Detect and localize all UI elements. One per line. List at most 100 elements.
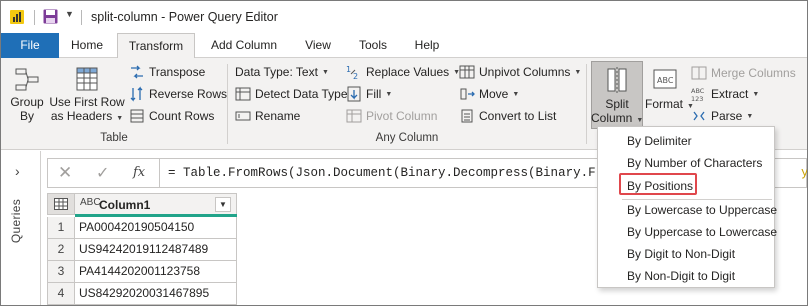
split-column-label-2: Column <box>591 111 633 125</box>
move-icon <box>460 88 475 100</box>
table-cell[interactable]: PA4144202001123758 <box>75 261 237 283</box>
unpivot-columns-button[interactable]: Unpivot Columns ▼ <box>459 64 581 80</box>
svg-text:ABC: ABC <box>657 76 674 85</box>
group-by-label-1: Group <box>10 95 44 109</box>
tab-home[interactable]: Home <box>63 33 111 58</box>
reverse-rows-button[interactable]: Reverse Rows <box>129 86 227 102</box>
table-row: 3 PA4144202001123758 <box>47 261 237 283</box>
chevron-down-icon: ▼ <box>321 68 329 76</box>
fill-down-icon <box>347 86 361 102</box>
convert-to-list-label: Convert to List <box>479 109 557 123</box>
first-row-label-1: Use First Row <box>49 95 125 109</box>
chevron-down-icon: ▼ <box>752 90 760 98</box>
convert-to-list-button[interactable]: Convert to List <box>459 108 556 124</box>
confirm-formula-icon[interactable]: ✓ <box>96 163 109 183</box>
extract-button[interactable]: ABC 123 Extract ▼ <box>691 86 759 102</box>
replace-values-button[interactable]: 12 Replace Values ▼ <box>346 64 460 80</box>
tab-view[interactable]: View <box>293 33 343 58</box>
chevron-down-icon: ▼ <box>574 68 582 76</box>
save-icon[interactable] <box>43 9 58 24</box>
table-cell[interactable]: US84292020031467895 <box>75 283 237 305</box>
menu-item-by-non-digit-to-digit[interactable]: By Non-Digit to Digit <box>627 269 735 283</box>
column-name: Column1 <box>99 198 151 212</box>
first-row-label-2: as Headers <box>50 109 113 123</box>
quick-access-dropdown-icon[interactable]: ▼ <box>65 9 74 19</box>
table-row: 2 US94242019112487489 <box>47 239 237 261</box>
transpose-button[interactable]: Transpose <box>129 64 205 80</box>
reverse-rows-icon <box>130 86 143 102</box>
transpose-icon <box>131 65 143 79</box>
pivot-column-button[interactable]: Pivot Column <box>346 108 437 124</box>
parse-button[interactable]: Parse ▼ <box>691 108 753 124</box>
table-menu-icon[interactable] <box>47 193 75 215</box>
cancel-formula-icon[interactable]: ✕ <box>58 163 72 183</box>
group-by-label-2: By <box>19 109 34 123</box>
parse-icon <box>693 111 705 121</box>
menu-item-by-delimiter[interactable]: By Delimiter <box>627 134 692 148</box>
format-button[interactable]: ABC Format ▼ <box>645 66 694 114</box>
row-number: 2 <box>47 239 75 261</box>
move-button[interactable]: Move ▼ <box>459 86 519 102</box>
chevron-right-icon[interactable]: › <box>15 163 20 179</box>
convert-to-list-icon <box>461 109 473 123</box>
use-first-row-button[interactable]: Use First Row as Headers ▼ <box>49 66 125 126</box>
svg-text:123: 123 <box>691 95 703 102</box>
tab-add-column[interactable]: Add Column <box>201 33 287 58</box>
group-by-button[interactable]: Group By <box>5 66 49 123</box>
merge-columns-button[interactable]: Merge Columns <box>691 65 796 81</box>
reverse-rows-label: Reverse Rows <box>149 87 228 101</box>
grid-header: ABC Column1 ▼ <box>47 193 237 217</box>
svg-text:ABC: ABC <box>691 87 705 95</box>
tab-transform[interactable]: Transform <box>117 33 195 59</box>
chevron-down-icon: ▼ <box>385 90 393 98</box>
column-type-icon[interactable]: ABC <box>80 197 101 208</box>
data-type-label: Data Type: Text <box>235 65 318 79</box>
table-cell[interactable]: US94242019112487489 <box>75 239 237 261</box>
menu-separator <box>622 199 772 200</box>
column-filter-dropdown-icon[interactable]: ▼ <box>215 197 231 212</box>
count-rows-label: Count Rows <box>149 109 215 123</box>
ribbon-tabs: File Home Transform Add Column View Tool… <box>1 33 807 59</box>
queries-pane-label[interactable]: Queries <box>9 199 23 243</box>
fill-button[interactable]: Fill ▼ <box>346 86 392 102</box>
row-number: 3 <box>47 261 75 283</box>
tab-help[interactable]: Help <box>403 33 451 58</box>
format-label: Format <box>645 97 684 111</box>
tab-tools[interactable]: Tools <box>349 33 397 58</box>
tab-file[interactable]: File <box>1 33 59 58</box>
fill-label: Fill <box>366 87 382 101</box>
data-type-dropdown[interactable]: Data Type: Text ▼ <box>235 65 329 79</box>
menu-item-by-lowercase-to-uppercase[interactable]: By Lowercase to Uppercase <box>627 203 777 217</box>
formula-text[interactable]: = Table.FromRows(Json.Document(Binary.De… <box>168 166 648 180</box>
pivot-column-icon <box>346 109 362 123</box>
split-column-icon <box>607 67 627 93</box>
table-cell[interactable]: PA000420190504150 <box>75 217 237 239</box>
chevron-down-icon: ▼ <box>116 115 124 122</box>
chevron-down-icon: ▼ <box>636 117 644 124</box>
group-by-icon <box>15 68 39 91</box>
menu-item-by-uppercase-to-lowercase[interactable]: By Uppercase to Lowercase <box>627 225 777 239</box>
count-rows-button[interactable]: Count Rows <box>129 108 214 124</box>
menu-item-by-digit-to-non-digit[interactable]: By Digit to Non-Digit <box>627 247 735 261</box>
title-separator <box>34 10 35 25</box>
replace-values-label: Replace Values <box>366 65 450 79</box>
table-icon <box>54 198 68 210</box>
parse-label: Parse <box>711 109 743 123</box>
by-positions-highlight <box>619 173 697 195</box>
window-title: split-column - Power Query Editor <box>91 10 278 24</box>
title-bar: ▼ split-column - Power Query Editor <box>1 1 807 33</box>
column-header[interactable]: ABC Column1 ▼ <box>75 193 237 215</box>
group-separator <box>227 64 228 144</box>
fx-icon[interactable]: fx <box>133 165 145 180</box>
split-column-button-content[interactable]: Split Column ▼ <box>591 66 643 128</box>
chevron-down-icon: ▼ <box>512 90 520 98</box>
title-separator <box>81 10 82 25</box>
row-number: 1 <box>47 217 75 239</box>
any-column-group-label: Any Column <box>375 132 439 144</box>
split-column-menu: By Delimiter By Number of Characters By … <box>597 126 777 288</box>
rename-button[interactable]: Rename <box>235 108 300 124</box>
chevron-down-icon: ▼ <box>746 112 754 120</box>
row-number: 4 <box>47 283 75 305</box>
menu-item-by-number-of-characters[interactable]: By Number of Characters <box>627 156 762 170</box>
detect-data-type-button[interactable]: Detect Data Type <box>235 86 348 102</box>
